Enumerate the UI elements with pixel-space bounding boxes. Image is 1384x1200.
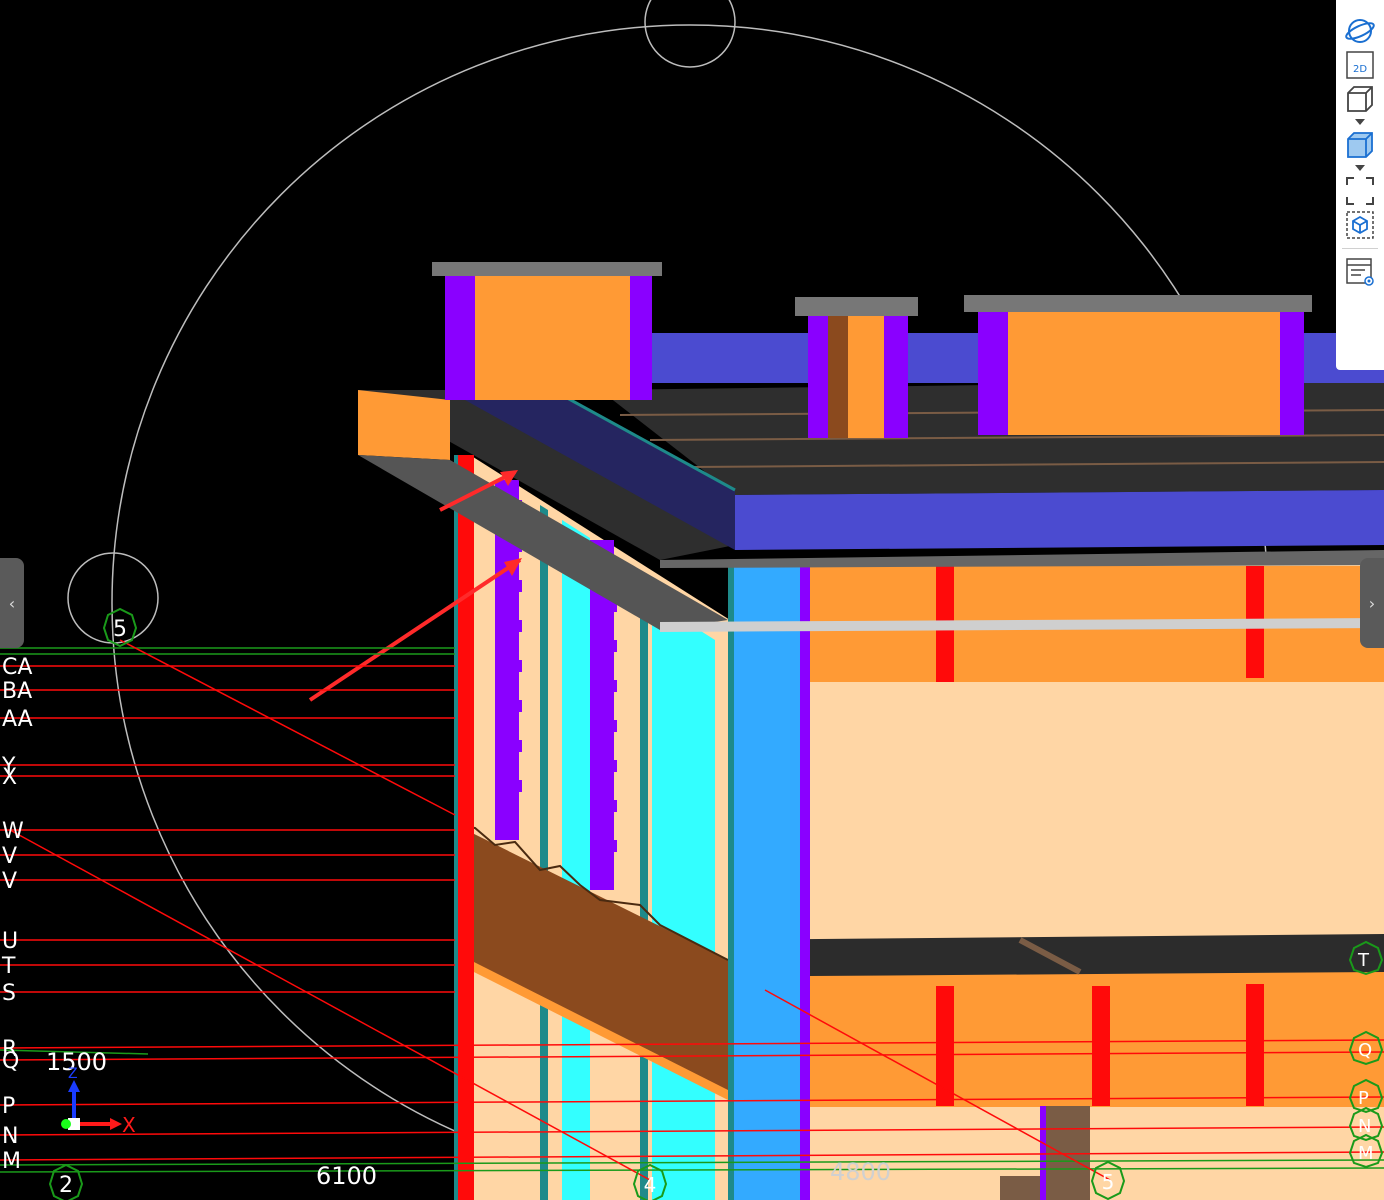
2d-view-button[interactable]: 2D [1343, 48, 1377, 82]
grid-row-label: U [2, 929, 18, 954]
isolate-button[interactable] [1343, 208, 1377, 242]
3d-wireframe-button[interactable] [1343, 82, 1377, 116]
3d-model-viewport[interactable]: CABAAAYXWVVUTSRQPNM 5 2 4 5 1500 6100 48… [0, 0, 1384, 1200]
svg-text:X: X [122, 1113, 136, 1137]
2d-view-icon: 2D [1346, 51, 1374, 79]
grid-right-label: P [1358, 1088, 1369, 1109]
cyan-glazing-3 [540, 505, 548, 1200]
chevron-left-icon: ‹ [8, 593, 16, 613]
roof-cantilever-edge-orange [358, 390, 450, 460]
dimension-4800: 4800 [830, 1158, 891, 1186]
cube-outline-icon [1347, 86, 1373, 112]
grid-row-label: V [2, 869, 17, 894]
caret-down-icon [1355, 165, 1365, 171]
view-properties-icon [1346, 258, 1374, 286]
cube-shaded-icon [1347, 132, 1373, 158]
grid-right-label: Q [1358, 1040, 1372, 1061]
rooftop-box-left [432, 262, 662, 400]
orbit-icon [1345, 19, 1375, 43]
toolbar-separator [1342, 248, 1378, 249]
cyan-glazing-4 [640, 592, 648, 1200]
svg-text:5: 5 [113, 617, 127, 642]
grid-right-label: T [1357, 950, 1370, 971]
svg-text:Z: Z [68, 1066, 78, 1082]
cyan-glazing-2 [652, 600, 715, 1200]
grid-row-label: T [1, 954, 16, 979]
rooftop-box-mid [795, 297, 918, 438]
isolate-cube-icon [1346, 211, 1374, 239]
fit-view-icon [1346, 177, 1374, 205]
chevron-right-icon: › [1368, 593, 1376, 613]
svg-text:4: 4 [644, 1173, 657, 1197]
fit-view-button[interactable] [1343, 174, 1377, 208]
grid-right-label: N [1358, 1116, 1371, 1137]
grid-row-label: AA [2, 707, 33, 732]
caret-down-icon [1355, 119, 1365, 125]
grid-row-label: Q [2, 1049, 19, 1074]
svg-text:2: 2 [59, 1173, 73, 1198]
svg-text:5: 5 [1102, 1170, 1115, 1194]
grid-right-label: M [1358, 1143, 1374, 1164]
view-toolbar: 2D [1336, 0, 1384, 370]
corner-column-red [458, 455, 474, 1200]
3d-shaded-dropdown[interactable] [1343, 162, 1377, 174]
grid-row-label: P [2, 1094, 15, 1119]
left-panel-toggle[interactable]: ‹ [0, 558, 24, 648]
grid-row-label: M [2, 1149, 21, 1174]
main-column-blue [732, 560, 800, 1200]
dimension-6100: 6100 [316, 1162, 377, 1190]
view-properties-button[interactable] [1343, 255, 1377, 289]
orbit-button[interactable] [1343, 14, 1377, 48]
grid-row-label: V [2, 844, 17, 869]
grid-row-label: CA [2, 655, 32, 680]
right-panel-toggle[interactable]: › [1360, 558, 1384, 648]
blue-roof-edge [735, 490, 1384, 550]
svg-text:2D: 2D [1353, 64, 1367, 75]
grid-row-label: X [2, 765, 17, 790]
grid-row-label: S [2, 981, 16, 1006]
grid-row-label: W [2, 819, 24, 844]
3d-wireframe-dropdown[interactable] [1343, 116, 1377, 128]
rooftop-box-right [964, 295, 1312, 435]
cyan-glazing-1 [562, 520, 590, 1200]
grid-row-label: N [2, 1124, 18, 1149]
3d-shaded-button[interactable] [1343, 128, 1377, 162]
grid-row-label: BA [2, 679, 32, 704]
